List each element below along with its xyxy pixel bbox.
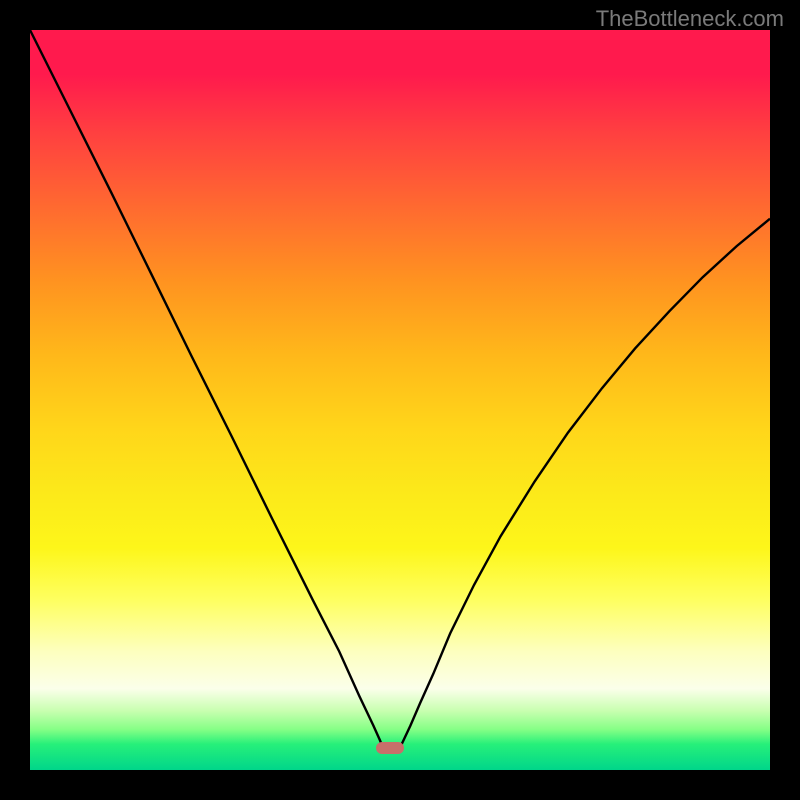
bottleneck-marker: [376, 742, 404, 754]
watermark-text: TheBottleneck.com: [596, 6, 784, 32]
curve-left-branch: [30, 30, 383, 748]
chart-curve-layer: [30, 30, 770, 770]
chart-plot-area: [30, 30, 770, 770]
curve-right-branch: [400, 219, 770, 748]
